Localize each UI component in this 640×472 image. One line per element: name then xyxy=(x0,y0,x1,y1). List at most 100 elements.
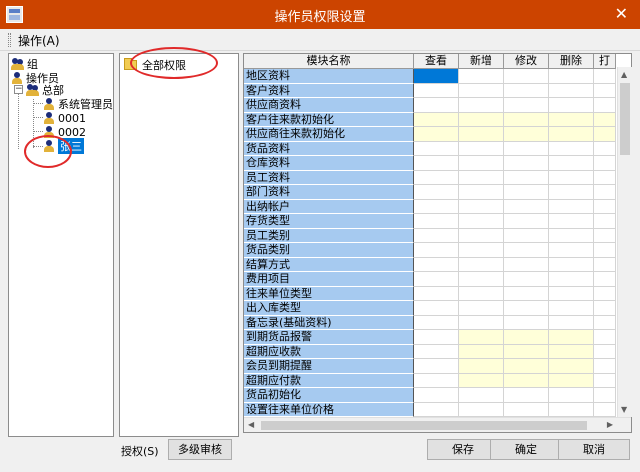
tree-item-group[interactable]: 组 xyxy=(11,57,38,71)
vertical-scrollbar[interactable]: ▲ ▼ xyxy=(617,67,632,417)
permission-cell[interactable] xyxy=(594,170,616,185)
module-name-cell[interactable]: 客户往来款初始化 xyxy=(244,112,414,127)
permission-cell[interactable] xyxy=(504,257,549,272)
permission-cell[interactable] xyxy=(594,286,616,301)
permission-cell[interactable] xyxy=(504,373,549,388)
permission-cell[interactable] xyxy=(414,112,459,127)
table-row[interactable]: 仓库资料 xyxy=(244,156,616,171)
permission-cell[interactable] xyxy=(549,257,594,272)
table-row[interactable]: 供应商资料 xyxy=(244,98,616,113)
permission-cell[interactable] xyxy=(414,388,459,403)
permission-cell[interactable] xyxy=(594,243,616,258)
permission-cell[interactable] xyxy=(594,359,616,374)
module-name-cell[interactable]: 地区资料 xyxy=(244,69,414,84)
table-row[interactable]: 货品资料 xyxy=(244,141,616,156)
cancel-button[interactable]: 取消 xyxy=(558,439,630,460)
scroll-thumb[interactable] xyxy=(261,421,587,430)
permission-cell[interactable] xyxy=(414,257,459,272)
permission-cell[interactable] xyxy=(594,257,616,272)
permission-cell[interactable] xyxy=(414,344,459,359)
permission-cell[interactable] xyxy=(549,344,594,359)
close-icon[interactable]: ✕ xyxy=(615,4,628,23)
module-name-cell[interactable]: 存货类型 xyxy=(244,214,414,229)
permission-cell[interactable] xyxy=(459,272,504,287)
permission-cell[interactable] xyxy=(414,228,459,243)
module-name-cell[interactable]: 供应商资料 xyxy=(244,98,414,113)
collapse-icon[interactable]: − xyxy=(14,85,23,94)
permission-cell[interactable] xyxy=(459,127,504,142)
horizontal-scrollbar[interactable]: ◀ ▶ xyxy=(244,417,631,432)
permission-cell[interactable] xyxy=(459,243,504,258)
permission-cell[interactable] xyxy=(459,344,504,359)
permission-cell[interactable] xyxy=(504,170,549,185)
permission-cell[interactable] xyxy=(414,83,459,98)
module-name-cell[interactable]: 供应商往来款初始化 xyxy=(244,127,414,142)
permission-cell[interactable] xyxy=(594,199,616,214)
permission-cell[interactable] xyxy=(459,228,504,243)
permission-cell[interactable] xyxy=(549,141,594,156)
permission-cell[interactable] xyxy=(459,388,504,403)
module-name-cell[interactable]: 结算方式 xyxy=(244,257,414,272)
permission-cell[interactable] xyxy=(459,69,504,84)
permission-cell[interactable] xyxy=(549,286,594,301)
permission-cell[interactable] xyxy=(459,199,504,214)
module-name-cell[interactable]: 往来单位类型 xyxy=(244,286,414,301)
scroll-left-icon[interactable]: ◀ xyxy=(248,420,254,429)
table-row[interactable]: 客户资料 xyxy=(244,83,616,98)
permission-cell[interactable] xyxy=(414,127,459,142)
permission-cell[interactable] xyxy=(549,228,594,243)
permission-cell[interactable] xyxy=(504,83,549,98)
permission-cell[interactable] xyxy=(549,330,594,345)
permission-cell[interactable] xyxy=(504,272,549,287)
table-row[interactable]: 往来单位类型 xyxy=(244,286,616,301)
table-row[interactable]: 供应商往来款初始化 xyxy=(244,127,616,142)
ok-button[interactable]: 确定 xyxy=(490,439,562,460)
module-name-cell[interactable]: 员工资料 xyxy=(244,170,414,185)
permission-cell[interactable] xyxy=(594,98,616,113)
permission-cell[interactable] xyxy=(504,359,549,374)
permission-cell[interactable] xyxy=(459,98,504,113)
permission-cell[interactable] xyxy=(549,214,594,229)
table-row[interactable]: 超期应付款 xyxy=(244,373,616,388)
tree-item-user[interactable]: 0001 xyxy=(43,111,86,125)
module-name-cell[interactable]: 仓库资料 xyxy=(244,156,414,171)
permission-cell[interactable] xyxy=(504,315,549,330)
module-name-cell[interactable]: 会员到期提醒 xyxy=(244,359,414,374)
module-name-cell[interactable]: 超期应付款 xyxy=(244,373,414,388)
table-row[interactable]: 费用项目 xyxy=(244,272,616,287)
permission-cell[interactable] xyxy=(504,98,549,113)
permission-cell[interactable] xyxy=(549,373,594,388)
permission-cell[interactable] xyxy=(414,214,459,229)
menu-operate[interactable]: 操作(A) xyxy=(18,32,60,49)
scroll-down-icon[interactable]: ▼ xyxy=(621,405,627,414)
permission-cell[interactable] xyxy=(594,344,616,359)
table-row[interactable]: 地区资料 xyxy=(244,69,616,84)
permission-cell[interactable] xyxy=(549,243,594,258)
save-button[interactable]: 保存 xyxy=(427,439,499,460)
module-name-cell[interactable]: 员工类别 xyxy=(244,228,414,243)
table-row[interactable]: 员工类别 xyxy=(244,228,616,243)
permission-cell[interactable] xyxy=(549,127,594,142)
permission-cell[interactable] xyxy=(549,315,594,330)
permission-cell[interactable] xyxy=(459,315,504,330)
column-header[interactable]: 删除 xyxy=(549,54,594,69)
permission-cell[interactable] xyxy=(594,402,616,417)
permission-cell[interactable] xyxy=(594,214,616,229)
table-row[interactable]: 出纳帐户 xyxy=(244,199,616,214)
module-name-cell[interactable]: 客户资料 xyxy=(244,83,414,98)
table-row[interactable]: 货品初始化 xyxy=(244,388,616,403)
permission-cell[interactable] xyxy=(414,315,459,330)
permission-cell[interactable] xyxy=(549,301,594,316)
permission-cell[interactable] xyxy=(504,185,549,200)
module-name-cell[interactable]: 货品资料 xyxy=(244,141,414,156)
permission-cell[interactable] xyxy=(504,112,549,127)
permission-cell[interactable] xyxy=(504,228,549,243)
module-name-cell[interactable]: 货品初始化 xyxy=(244,388,414,403)
module-name-cell[interactable]: 费用项目 xyxy=(244,272,414,287)
operator-tree[interactable]: 组 操作员 − 总部 系统管理员 0001 0002 张三 xyxy=(8,53,114,437)
column-header[interactable]: 修改 xyxy=(504,54,549,69)
permission-cell[interactable] xyxy=(504,286,549,301)
tree-item-headquarters[interactable]: 总部 xyxy=(26,83,64,97)
permission-cell[interactable] xyxy=(549,402,594,417)
scroll-up-icon[interactable]: ▲ xyxy=(621,70,627,79)
